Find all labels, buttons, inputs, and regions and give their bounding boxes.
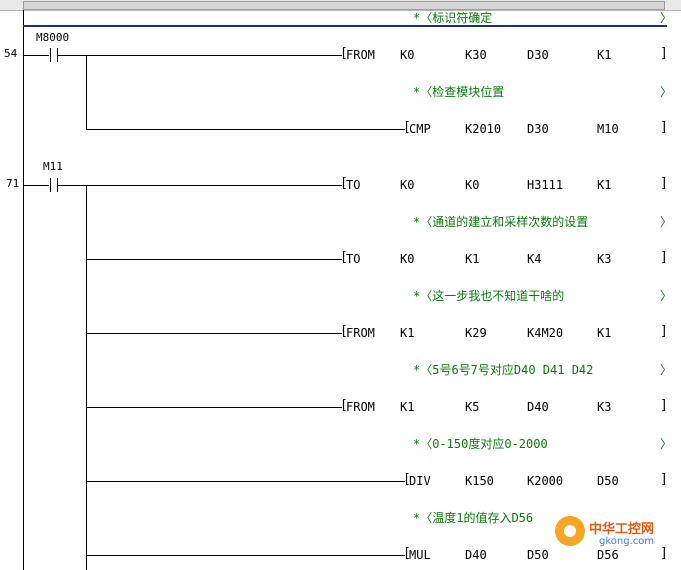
comment-close-bracket: 〉 bbox=[660, 437, 673, 451]
rung-comment[interactable]: *〈这一步我也不知道干啥的 bbox=[413, 289, 564, 303]
instruction-arg: D30 bbox=[527, 122, 549, 136]
instruction-op[interactable]: MUL bbox=[409, 548, 431, 562]
instruction-arg: K29 bbox=[465, 326, 487, 340]
instruction-op[interactable]: FROM bbox=[346, 400, 375, 414]
step-number: 71 bbox=[6, 177, 20, 190]
instruction-arg: K30 bbox=[465, 48, 487, 62]
instruction-arg: K2010 bbox=[465, 122, 502, 136]
instruction-op[interactable]: CMP bbox=[409, 122, 431, 136]
instruction-arg: K0 bbox=[400, 178, 415, 192]
instruction-close-bracket: ] bbox=[660, 472, 668, 487]
instruction-close-bracket: ] bbox=[660, 46, 668, 61]
instruction-arg: D50 bbox=[527, 548, 549, 562]
branch-line bbox=[86, 55, 87, 129]
instruction-arg: K0 bbox=[400, 252, 415, 266]
instruction-arg: K0 bbox=[400, 48, 415, 62]
instruction-arg: K5 bbox=[465, 400, 480, 414]
watermark-url: gkong.com bbox=[599, 536, 655, 547]
instruction-close-bracket: ] bbox=[660, 176, 668, 191]
instruction-arg: K150 bbox=[465, 474, 494, 488]
rung-wire bbox=[86, 481, 405, 482]
rung-wire bbox=[57, 55, 342, 56]
instruction-op[interactable]: FROM bbox=[346, 48, 375, 62]
rung-wire bbox=[57, 185, 342, 186]
instruction-arg: K1 bbox=[597, 178, 612, 192]
instruction-op[interactable]: TO bbox=[346, 252, 360, 266]
left-power-rail bbox=[23, 10, 24, 570]
instruction-arg: K4 bbox=[527, 252, 542, 266]
rung-comment[interactable]: *〈检查模块位置 bbox=[413, 85, 504, 99]
rung-wire bbox=[86, 259, 342, 260]
comment-close-bracket: 〉 bbox=[660, 215, 673, 229]
instruction-op[interactable]: DIV bbox=[409, 474, 431, 488]
horizontal-scrollbar[interactable] bbox=[0, 0, 681, 11]
rung-wire bbox=[86, 129, 405, 130]
gear-icon bbox=[555, 516, 585, 546]
instruction-arg: K1 bbox=[400, 326, 415, 340]
step-number: 54 bbox=[4, 47, 18, 60]
watermark-logo: 中华工控网 gkong.com bbox=[555, 516, 675, 556]
comment-close-bracket: 〉 bbox=[660, 11, 673, 25]
instruction-arg: K3 bbox=[597, 252, 612, 266]
branch-line bbox=[86, 185, 87, 570]
instruction-arg: K0 bbox=[465, 178, 480, 192]
rung-wire bbox=[86, 555, 405, 556]
rung-comment[interactable]: *〈标识符确定 bbox=[413, 11, 492, 25]
comment-close-bracket: 〉 bbox=[660, 85, 673, 99]
comment-close-bracket: 〉 bbox=[660, 289, 673, 303]
instruction-close-bracket: ] bbox=[660, 398, 668, 413]
instruction-op[interactable]: FROM bbox=[346, 326, 375, 340]
comment-close-bracket: 〉 bbox=[660, 363, 673, 377]
rung-comment[interactable]: *〈0-150度对应0-2000 bbox=[413, 437, 548, 451]
contact-label: M11 bbox=[43, 160, 63, 173]
rung-comment[interactable]: *〈温度1的值存入D56 bbox=[413, 511, 533, 525]
instruction-arg: D30 bbox=[527, 48, 549, 62]
instruction-arg: K1 bbox=[465, 252, 480, 266]
rung-separator-bar bbox=[23, 25, 667, 27]
rung-wire bbox=[86, 407, 342, 408]
rung-comment[interactable]: *〈通道的建立和采样次数的设置 bbox=[413, 215, 588, 229]
instruction-arg: K1 bbox=[597, 48, 612, 62]
rung-wire bbox=[86, 333, 342, 334]
instruction-arg: D40 bbox=[527, 400, 549, 414]
instruction-arg: K2000 bbox=[527, 474, 564, 488]
watermark-name: 中华工控网 bbox=[589, 522, 655, 537]
rung-comment[interactable]: *〈5号6号7号对应D40 D41 D42 bbox=[413, 363, 593, 377]
instruction-arg: K1 bbox=[400, 400, 415, 414]
contact-label: M8000 bbox=[36, 31, 70, 44]
instruction-arg: M10 bbox=[597, 122, 619, 136]
instruction-arg: K3 bbox=[597, 400, 612, 414]
instruction-close-bracket: ] bbox=[660, 250, 668, 265]
rung-wire bbox=[23, 185, 49, 186]
instruction-arg: D40 bbox=[465, 548, 487, 562]
instruction-close-bracket: ] bbox=[660, 120, 668, 135]
rung-wire bbox=[23, 55, 49, 56]
instruction-arg: K4M20 bbox=[527, 326, 564, 340]
instruction-arg: K1 bbox=[597, 326, 612, 340]
scrollbar-thumb[interactable] bbox=[23, 1, 665, 10]
instruction-close-bracket: ] bbox=[660, 324, 668, 339]
instruction-op[interactable]: TO bbox=[346, 178, 360, 192]
instruction-arg: H3111 bbox=[527, 178, 564, 192]
instruction-arg: D50 bbox=[597, 474, 619, 488]
